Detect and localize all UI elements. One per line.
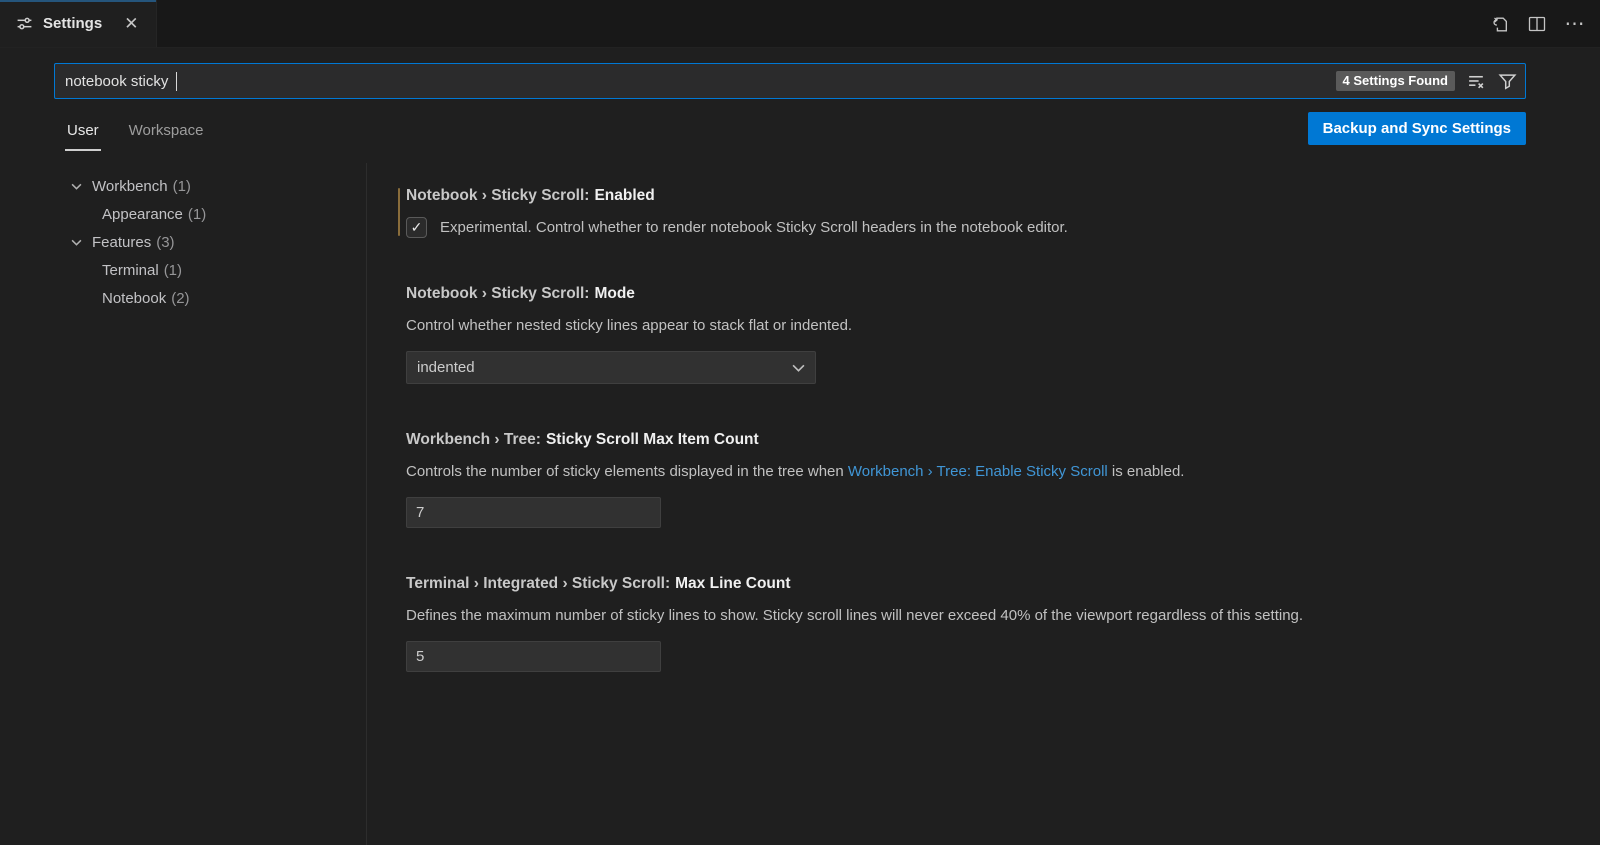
close-tab-icon[interactable]: ✕ (120, 12, 142, 36)
setting-description: Defines the maximum number of sticky lin… (406, 606, 1520, 626)
setting-label: Sticky Scroll Max Item Count (546, 431, 759, 448)
toc-label: Terminal (102, 262, 159, 279)
setting-category: Terminal › Integrated › Sticky Scroll: (406, 575, 670, 592)
tab-user[interactable]: User (65, 114, 101, 151)
toc-count: (2) (171, 290, 189, 307)
setting-category: Workbench › Tree: (406, 431, 541, 448)
setting-category: Notebook › Sticky Scroll: (406, 187, 589, 204)
chevron-down-icon[interactable] (68, 234, 84, 250)
checkbox-checked[interactable]: ✓ (406, 217, 427, 238)
setting-title: Workbench › Tree: Sticky Scroll Max Item … (406, 430, 1520, 450)
scope-tabs: User Workspace (65, 114, 205, 151)
search-query-text: notebook sticky (65, 73, 173, 90)
setting-title: Notebook › Sticky Scroll: Enabled (406, 186, 1520, 206)
settings-scope-row: User Workspace Backup and Sync Settings (54, 110, 1526, 154)
related-setting-link[interactable]: Workbench › Tree: Enable Sticky Scroll (848, 463, 1108, 480)
setting-title: Terminal › Integrated › Sticky Scroll: Ma… (406, 574, 1520, 594)
setting-description: Controls the number of sticky elements d… (406, 462, 1520, 482)
max-item-count-input[interactable] (406, 497, 661, 528)
setting-terminal-stickyscroll-max-line-count: Terminal › Integrated › Sticky Scroll: Ma… (406, 574, 1520, 672)
setting-label: Max Line Count (675, 575, 790, 592)
clear-search-filters-icon[interactable] (1466, 71, 1486, 91)
toc-item-notebook[interactable]: Notebook (2) (0, 284, 360, 312)
settings-toc-tree: Workbench (1) Appearance (1) Features (3… (0, 172, 360, 312)
editor-actions: ⋯ (1488, 0, 1586, 48)
toc-label: Workbench (92, 178, 168, 195)
chevron-down-icon[interactable] (68, 178, 84, 194)
toc-item-workbench[interactable]: Workbench (1) (0, 172, 360, 200)
split-editor-icon[interactable] (1526, 13, 1548, 35)
toc-label: Appearance (102, 206, 183, 223)
settings-list: Notebook › Sticky Scroll: Enabled ✓ Exper… (406, 186, 1520, 718)
backup-and-sync-settings-button[interactable]: Backup and Sync Settings (1308, 112, 1526, 145)
setting-notebook-stickyscroll-enabled: Notebook › Sticky Scroll: Enabled ✓ Exper… (406, 186, 1520, 238)
toc-label: Features (92, 234, 151, 251)
results-count-badge: 4 Settings Found (1336, 71, 1455, 91)
toc-count: (3) (156, 234, 174, 251)
toc-item-features[interactable]: Features (3) (0, 228, 360, 256)
mode-select-dropdown[interactable]: indented (406, 351, 816, 384)
text-caret (176, 72, 178, 91)
toc-count: (1) (188, 206, 206, 223)
tab-workspace[interactable]: Workspace (127, 114, 206, 151)
description-text: is enabled. (1108, 463, 1185, 480)
check-icon: ✓ (411, 219, 423, 236)
selected-value: indented (417, 359, 475, 376)
chevron-down-icon (792, 364, 805, 372)
setting-label: Enabled (594, 187, 654, 204)
toc-label: Notebook (102, 290, 166, 307)
setting-label: Mode (594, 285, 634, 302)
description-text: Controls the number of sticky elements d… (406, 463, 848, 480)
more-actions-icon[interactable]: ⋯ (1564, 13, 1586, 35)
toc-item-terminal[interactable]: Terminal (1) (0, 256, 360, 284)
setting-workbench-tree-stickyscroll-max-item-count: Workbench › Tree: Sticky Scroll Max Item … (406, 430, 1520, 528)
editor-tab-bar: Settings ✕ ⋯ (0, 0, 1600, 48)
tab-title: Settings (43, 15, 102, 32)
setting-title: Notebook › Sticky Scroll: Mode (406, 284, 1520, 304)
toc-count: (1) (164, 262, 182, 279)
setting-description: Experimental. Control whether to render … (440, 218, 1068, 238)
toc-settings-divider (366, 163, 367, 845)
open-settings-json-icon[interactable] (1488, 13, 1510, 35)
tab-settings[interactable]: Settings ✕ (0, 0, 157, 47)
settings-sliders-icon (16, 15, 33, 32)
max-line-count-input[interactable] (406, 641, 661, 672)
settings-search-input[interactable]: notebook sticky 4 Settings Found (54, 63, 1526, 99)
toc-count: (1) (173, 178, 191, 195)
toc-item-appearance[interactable]: Appearance (1) (0, 200, 360, 228)
setting-description: Control whether nested sticky lines appe… (406, 316, 1520, 336)
setting-notebook-stickyscroll-mode: Notebook › Sticky Scroll: Mode Control wh… (406, 284, 1520, 384)
setting-category: Notebook › Sticky Scroll: (406, 285, 589, 302)
filter-icon[interactable] (1497, 71, 1517, 91)
